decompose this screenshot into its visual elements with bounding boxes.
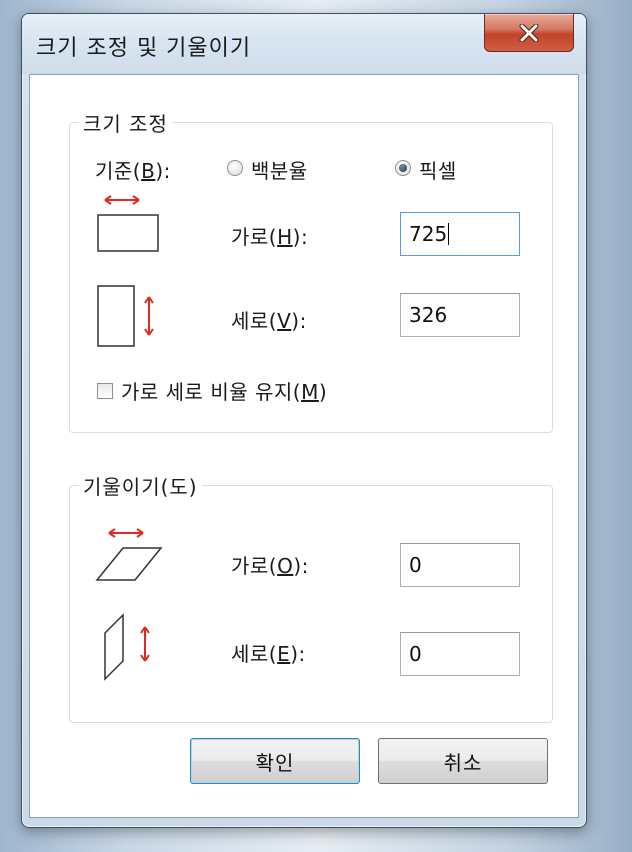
window-title: 크기 조정 및 기울이기 xyxy=(36,36,252,61)
percent-radio-label[interactable]: 백분율 xyxy=(251,155,308,184)
resize-horizontal-label: 가로(H): xyxy=(231,225,309,249)
skew-vertical-input[interactable]: 0 xyxy=(400,632,520,676)
cancel-button[interactable]: 취소 xyxy=(378,738,548,784)
resize-group: 크기 조정 기준(B): 백분율 픽셀 가로(H): 725 세로(V): 32… xyxy=(69,108,553,433)
dialog-window: 크기 조정 및 기울이기 크기 조정 기준(B): 백분율 픽셀 가로(H): … xyxy=(21,13,587,828)
horizontal-skew-icon xyxy=(95,528,163,581)
resize-vertical-input[interactable]: 326 xyxy=(400,293,520,337)
resize-group-title: 크기 조정 xyxy=(79,108,172,137)
percent-radio[interactable] xyxy=(227,160,243,176)
keep-ratio-label[interactable]: 가로 세로 비율 유지(M) xyxy=(121,376,327,405)
skew-horizontal-input[interactable]: 0 xyxy=(400,543,520,587)
skew-vertical-label: 세로(E): xyxy=(231,642,306,666)
title-bar[interactable]: 크기 조정 및 기울이기 xyxy=(22,14,586,74)
close-icon xyxy=(519,23,539,42)
basis-label: 기준(B): xyxy=(95,159,171,183)
vertical-skew-icon xyxy=(104,613,150,681)
ok-button[interactable]: 확인 xyxy=(190,738,360,784)
horizontal-resize-icon xyxy=(97,195,159,252)
resize-horizontal-input[interactable]: 725 xyxy=(400,212,520,256)
pixel-radio-label[interactable]: 픽셀 xyxy=(419,155,457,184)
pixel-radio[interactable] xyxy=(395,160,411,176)
skew-group-title: 기울이기(도) xyxy=(79,471,202,500)
vertical-resize-icon xyxy=(97,285,154,347)
skew-horizontal-label: 가로(O): xyxy=(231,554,309,578)
close-button[interactable] xyxy=(484,14,574,52)
resize-vertical-label: 세로(V): xyxy=(231,309,307,333)
dialog-body: 크기 조정 기준(B): 백분율 픽셀 가로(H): 725 세로(V): 32… xyxy=(29,74,579,818)
skew-group: 기울이기(도) 가로(O): 0 세로(E): 0 xyxy=(69,471,553,723)
keep-ratio-checkbox[interactable] xyxy=(97,383,113,399)
